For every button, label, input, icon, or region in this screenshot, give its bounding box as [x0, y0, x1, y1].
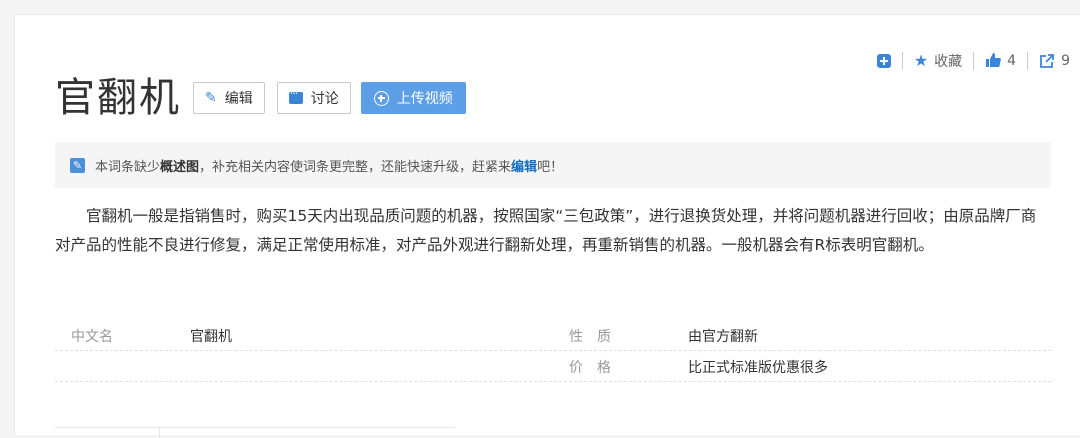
star-icon: ★ [913, 51, 929, 70]
info-row: 价格 比正式标准版优惠很多 [55, 351, 1051, 382]
edit-note-icon: ✎ [70, 157, 85, 173]
notice-suffix: 吧！ [537, 159, 564, 175]
discuss-label: 讨论 [310, 91, 339, 107]
like-count: 4 [1007, 53, 1017, 69]
discuss-button[interactable]: 讨论 [276, 82, 351, 114]
notice-middle: ，补充相关内容使词条更完整，还能快速升级，赶紧来 [199, 159, 512, 175]
thumbs-up-icon [985, 52, 1001, 71]
share-button[interactable]: 9 [1039, 53, 1070, 69]
pencil-icon: ✎ [205, 90, 217, 106]
upload-video-label: 上传视频 [396, 91, 453, 107]
basic-info-table: 中文名 官翻机 性质 由官方翻新 价格 比正式标准版优惠很多 [55, 320, 1051, 382]
upload-video-button[interactable]: 上传视频 [360, 82, 466, 114]
notice-bold: 概述图 [160, 159, 200, 175]
info-value-price: 比正式标准版优惠很多 [688, 360, 828, 376]
like-button[interactable]: 4 [985, 52, 1016, 71]
toolbar-divider [973, 52, 975, 70]
edit-label: 编辑 [224, 91, 253, 107]
page-title: 官翻机 [55, 75, 181, 121]
info-value-chinese-name: 官翻机 [190, 329, 232, 345]
share-icon [1039, 53, 1055, 69]
collect-button[interactable]: ★ 收藏 [914, 51, 962, 71]
lemma-summary: 官翻机一般是指销售时，购买15天内出现品质问题的机器，按照国家“三包政策”，进行… [55, 207, 1037, 254]
collect-label: 收藏 [934, 54, 963, 70]
catalog-tab-edge [55, 427, 455, 438]
info-name-nature: 性质 [569, 329, 625, 345]
plus-circle-icon [373, 90, 389, 106]
edit-button[interactable]: ✎ 编辑 [193, 82, 265, 114]
info-row: 中文名 官翻机 性质 由官方翻新 [55, 320, 1051, 351]
title-row: 官翻机 ✎ 编辑 讨论 上传视频 [55, 73, 466, 123]
add-button[interactable] [876, 54, 891, 68]
notice-text: 本词条缺少概述图，补充相关内容使词条更完整，还能快速升级，赶紧来编辑吧！ [95, 156, 563, 175]
plus-square-icon [876, 54, 891, 68]
info-value-nature: 由官方翻新 [688, 329, 758, 345]
missing-image-notice: ✎ 本词条缺少概述图，补充相关内容使词条更完整，还能快速升级，赶紧来编辑吧！ [55, 142, 1051, 188]
lemma-toolbar: ★ 收藏 4 9 [876, 51, 1070, 71]
notice-edit-link[interactable]: 编辑 [511, 160, 537, 175]
info-name-chinese-name: 中文名 [71, 329, 113, 345]
info-name-price: 价格 [569, 360, 625, 376]
lemma-card: ★ 收藏 4 9 官翻机 ✎ 编辑 讨论 上传视频 [14, 14, 1080, 438]
notice-prefix: 本词条缺少 [95, 159, 161, 175]
toolbar-divider [901, 52, 903, 70]
chat-icon [288, 87, 303, 104]
share-count: 9 [1061, 53, 1070, 69]
toolbar-divider [1027, 52, 1029, 70]
